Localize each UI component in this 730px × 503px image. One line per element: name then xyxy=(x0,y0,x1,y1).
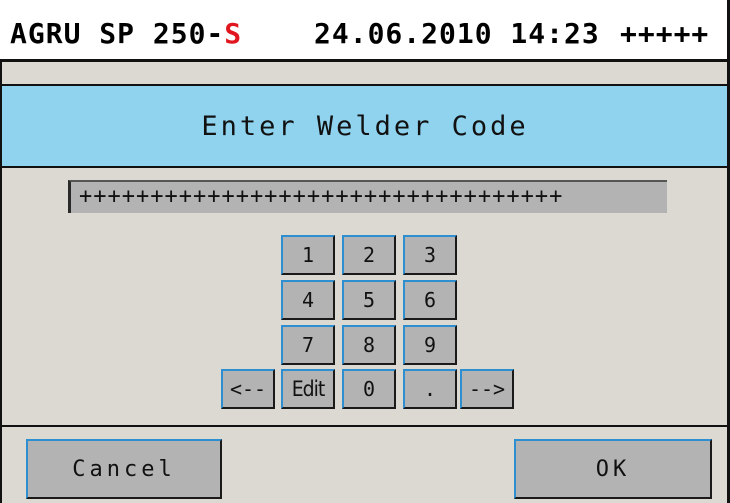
edit-button[interactable]: Edit xyxy=(281,369,335,409)
device-model: AGRU SP 250- xyxy=(10,17,225,50)
key-0[interactable]: 0 xyxy=(342,369,396,409)
key-6[interactable]: 6 xyxy=(403,280,457,320)
datetime: 24.06.2010 14:23 xyxy=(314,17,600,50)
key-dot[interactable]: . xyxy=(403,369,457,409)
left-border xyxy=(0,62,2,503)
device-name: AGRU SP 250-S xyxy=(10,17,242,50)
dialog-title: Enter Welder Code xyxy=(0,84,730,168)
key-3[interactable]: 3 xyxy=(403,235,457,275)
key-2[interactable]: 2 xyxy=(342,235,396,275)
key-7[interactable]: 7 xyxy=(281,325,335,365)
status-indicator: +++++ xyxy=(620,17,710,50)
key-8[interactable]: 8 xyxy=(342,325,396,365)
spacer-band xyxy=(0,62,730,84)
welder-code-screen: AGRU SP 250-S 24.06.2010 14:23 +++++ Ent… xyxy=(0,0,730,503)
cancel-button[interactable]: Cancel xyxy=(26,439,222,499)
status-header: AGRU SP 250-S 24.06.2010 14:23 +++++ xyxy=(0,0,730,62)
key-9[interactable]: 9 xyxy=(403,325,457,365)
key-1[interactable]: 1 xyxy=(281,235,335,275)
cursor-left-button[interactable]: <-- xyxy=(221,369,275,409)
cursor-right-button[interactable]: --> xyxy=(460,369,514,409)
device-variant: S xyxy=(224,17,243,50)
ok-button[interactable]: OK xyxy=(514,439,712,499)
welder-code-input[interactable]: ++++++++++++++++++++++++++++++++++ xyxy=(68,180,667,213)
key-5[interactable]: 5 xyxy=(342,280,396,320)
key-4[interactable]: 4 xyxy=(281,280,335,320)
